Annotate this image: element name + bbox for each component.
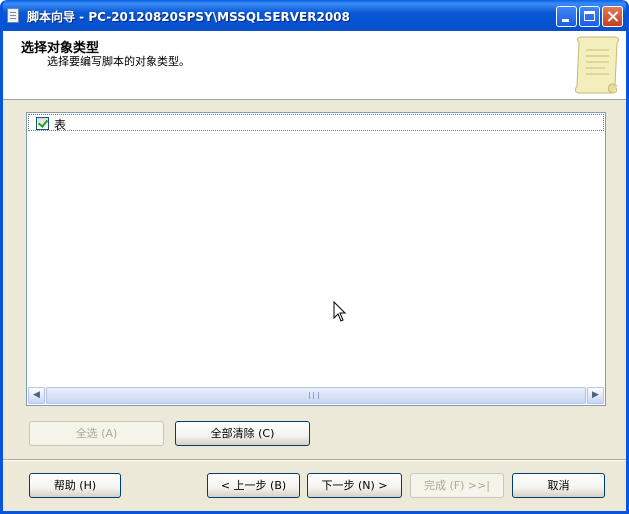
title-bar[interactable]: 脚本向导 - PC-20120820SPSY\MSSQLSERVER2008 [3,0,626,31]
page-subtitle: 选择要编写脚本的对象类型。 [47,55,190,68]
close-button[interactable] [602,6,623,27]
horizontal-scrollbar[interactable]: ◀ ▶ [28,387,604,404]
grip-icon [309,392,319,399]
previous-button[interactable]: < 上一步 (B) [207,473,300,498]
wizard-header: 选择对象类型 选择要编写脚本的对象类型。 [3,31,626,100]
finish-button[interactable]: 完成 (F) >>| [410,473,504,498]
list-item[interactable]: 表 [28,114,604,132]
table-checkbox[interactable] [36,117,49,130]
mouse-cursor-icon [333,301,347,322]
next-button[interactable]: 下一步 (N) > [307,473,402,498]
list-item-label: 表 [54,118,67,132]
maximize-button[interactable] [579,6,600,27]
script-wizard-window: 脚本向导 - PC-20120820SPSY\MSSQLSERVER2008 选… [0,0,629,514]
select-all-button[interactable]: 全选 (A) [29,421,164,446]
divider [3,459,626,461]
help-button[interactable]: 帮助 (H) [29,473,121,498]
document-icon [7,8,19,23]
minimize-button[interactable] [556,6,577,27]
scroll-left-button[interactable]: ◀ [28,387,45,404]
clear-all-button[interactable]: 全部清除 (C) [175,421,310,446]
cancel-button[interactable]: 取消 [512,473,605,498]
window-title: 脚本向导 - PC-20120820SPSY\MSSQLSERVER2008 [27,10,350,24]
scrollbar-thumb[interactable] [46,387,586,404]
object-type-list[interactable]: 表 ◀ ▶ [26,112,606,406]
scroll-right-button[interactable]: ▶ [587,387,604,404]
scroll-icon [574,36,620,94]
